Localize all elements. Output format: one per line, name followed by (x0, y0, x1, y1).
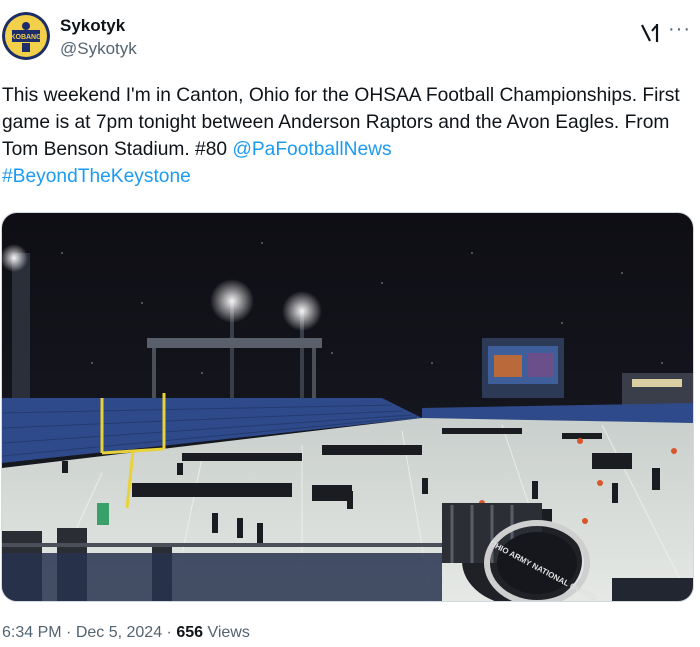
tweet-date[interactable]: Dec 5, 2024 (76, 624, 162, 641)
tweet-meta: 6:34 PM · Dec 5, 2024 · 656 Views (2, 624, 250, 642)
avatar-icon: KOBANG (2, 12, 50, 60)
hashtag-link[interactable]: #BeyondTheKeystone (2, 166, 191, 187)
mention-link[interactable]: @PaFootballNews (232, 139, 391, 160)
stadium-photo: OHIO ARMY NATIONAL GUARD (2, 213, 693, 601)
tweet-text: This weekend I'm in Canton, Ohio for the… (2, 82, 692, 190)
views-label: Views (203, 624, 250, 641)
more-options-icon[interactable]: ··· (668, 18, 691, 41)
tweet-header: KOBANG Sykotyk @Sykotyk ··· (0, 12, 700, 64)
tweet-photo[interactable]: OHIO ARMY NATIONAL GUARD (1, 212, 694, 602)
grok-icon[interactable] (640, 22, 660, 44)
handle[interactable]: @Sykotyk (60, 39, 137, 59)
avatar[interactable]: KOBANG (2, 12, 50, 60)
display-name[interactable]: Sykotyk (60, 16, 125, 36)
svg-text:KOBANG: KOBANG (10, 34, 42, 41)
meta-separator-2: · (162, 624, 177, 641)
views-count: 656 (176, 624, 204, 641)
tweet-time[interactable]: 6:34 PM (2, 624, 62, 641)
meta-separator: · (61, 624, 76, 641)
